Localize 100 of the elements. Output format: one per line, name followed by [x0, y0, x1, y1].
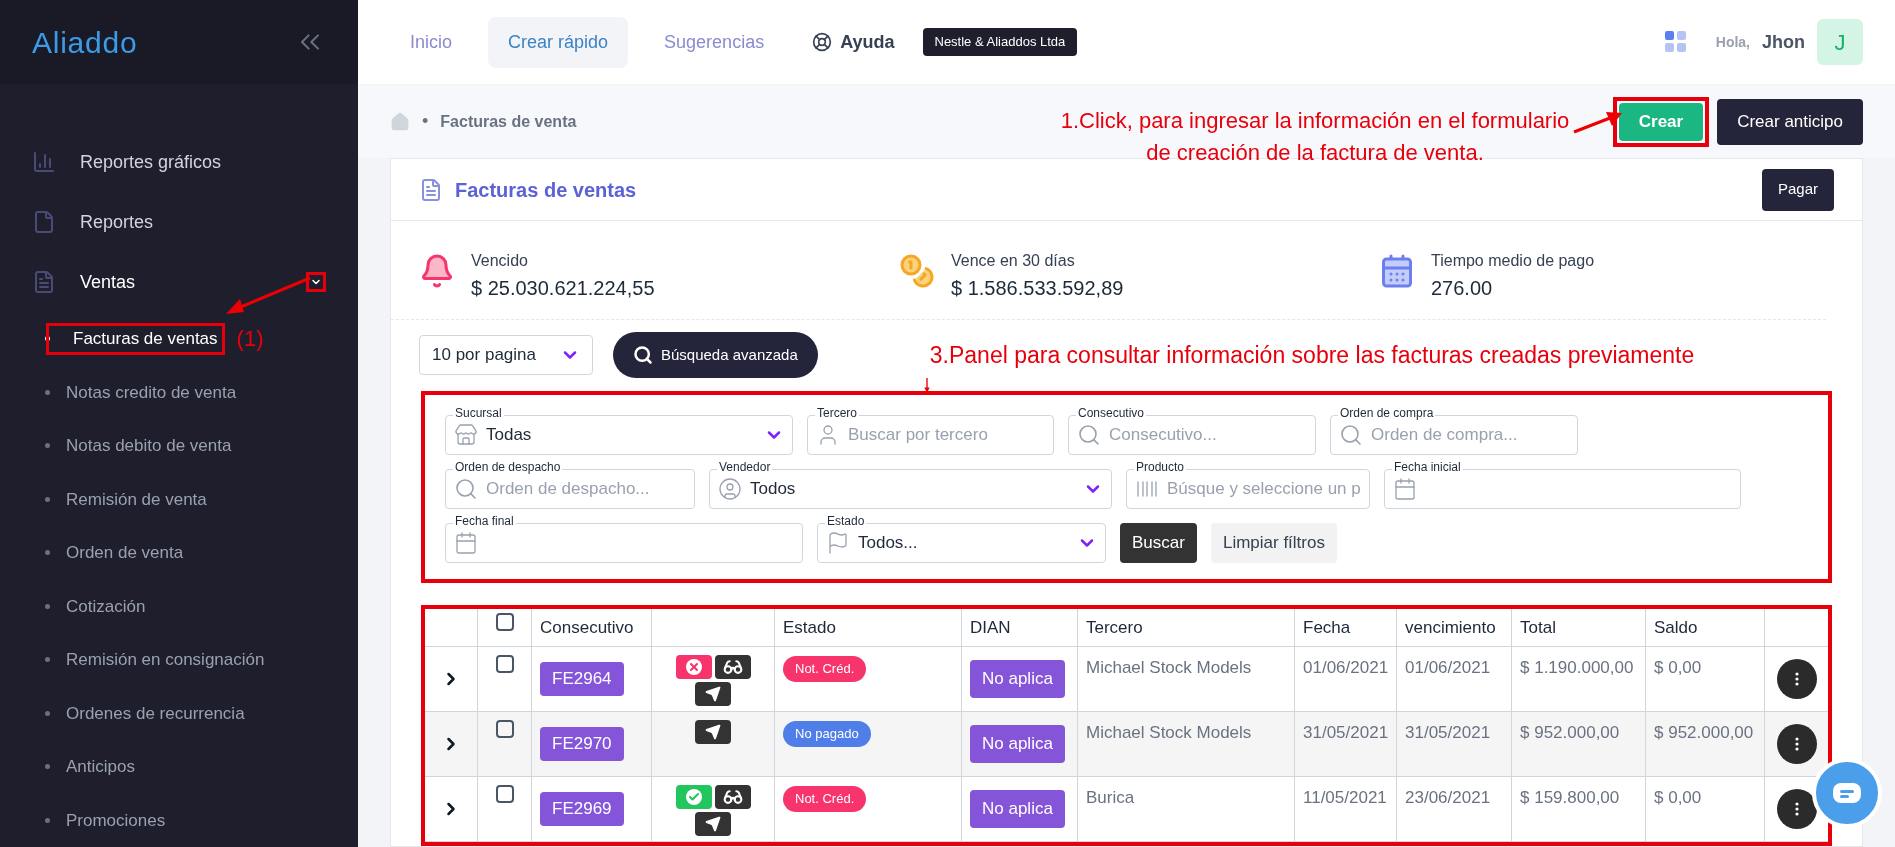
logo[interactable]: Aliaddo	[32, 19, 138, 65]
field-label: Fecha final	[453, 514, 516, 528]
more-icon	[1794, 672, 1799, 686]
sidebar-item[interactable]: Reportes	[0, 192, 358, 252]
stat-value: 276.00	[1431, 276, 1494, 301]
table-cell: 11/05/2021	[1303, 788, 1387, 807]
checkbox[interactable]	[495, 613, 514, 631]
sidebar-subitem[interactable]: Orden de venta	[62, 540, 188, 566]
invoice-number[interactable]: FE2964	[540, 662, 624, 696]
sidebar-subitem[interactable]: Remisión en consignación	[62, 647, 269, 673]
send-icon[interactable]	[695, 812, 731, 836]
field-placeholder: Orden de despacho...	[486, 478, 651, 501]
dian-badge: No aplica	[970, 790, 1065, 828]
field-value: Todos	[750, 478, 797, 501]
lifebuoy-icon	[812, 32, 833, 52]
invoice-number[interactable]: FE2969	[540, 792, 624, 826]
sidebar-subitem[interactable]: Remisión de venta	[62, 486, 211, 512]
table-cell: $ 1.190.000,00	[1520, 658, 1634, 677]
more-icon	[1794, 737, 1799, 751]
store-icon	[454, 423, 478, 447]
chat-icon	[1832, 782, 1862, 804]
column-header: Saldo	[1654, 616, 1698, 639]
greeting: Hola,	[1715, 32, 1750, 52]
stat-value: $ 25.030.621.224,55	[471, 276, 655, 301]
column-header: Total	[1520, 616, 1556, 639]
bell-icon	[419, 253, 455, 289]
field-label: Orden de despacho	[453, 460, 563, 474]
checkbox[interactable]	[495, 655, 514, 673]
dian-badge: No aplica	[970, 660, 1065, 698]
chevron-down-icon[interactable]	[306, 272, 326, 292]
advanced-search-button[interactable]: Búsqueda avanzada	[613, 332, 818, 378]
send-icon[interactable]	[695, 720, 731, 744]
sidebar-subitem[interactable]: Ordenes de recurrencia	[62, 700, 249, 726]
status-pill: Not. Créd.	[783, 786, 867, 812]
column-header: Estado	[783, 616, 836, 639]
field-value: Todas	[486, 424, 533, 447]
sidebar-item[interactable]: Reportes gráficos	[0, 132, 358, 192]
table-cell: $ 0,00	[1654, 788, 1702, 807]
apps-icon[interactable]	[1663, 30, 1688, 54]
status-pill: No pagado	[783, 721, 871, 747]
more-button[interactable]	[1776, 659, 1817, 699]
per-page-select[interactable]: 10 por pagina	[419, 335, 593, 375]
search-icon	[633, 345, 653, 365]
checkbox[interactable]	[495, 720, 514, 738]
sidebar-item[interactable]: Ventas	[0, 252, 358, 312]
table-cell: 31/05/2021	[1303, 723, 1389, 742]
field-label: Producto	[1134, 460, 1187, 474]
calendar-icon	[454, 531, 478, 555]
more-button[interactable]	[1776, 789, 1817, 829]
sidebar-subitem[interactable]: Notas debito de venta	[62, 433, 236, 459]
invoice-number[interactable]: FE2970	[540, 727, 624, 761]
column-header: Fecha	[1303, 616, 1351, 639]
stat-label: Vence en 30 días	[951, 251, 1076, 271]
table-cell: 01/06/2021	[1405, 658, 1491, 677]
checkbox[interactable]	[495, 785, 514, 803]
create-advance-button[interactable]: Crear anticipo	[1717, 98, 1863, 145]
search-button[interactable]: Buscar	[1120, 523, 1197, 563]
check-icon[interactable]	[675, 785, 712, 809]
stat-value: $ 1.586.533.592,89	[951, 276, 1124, 301]
table-cell: Burica	[1086, 788, 1135, 807]
search-icon	[1077, 423, 1101, 447]
sidebar-subitem[interactable]: Cotización	[62, 593, 150, 619]
help-link[interactable]: Ayuda	[800, 28, 907, 56]
annotation-text: 3.Panel para consultar información sobre las facturas creadas previamente	[929, 340, 1695, 370]
sidebar-subitem[interactable]: Notas credito de venta	[62, 379, 241, 405]
clear-filters-button[interactable]: Limpiar fíltros	[1210, 523, 1337, 563]
status-pill: Not. Créd.	[783, 656, 867, 682]
sidebar-subitem[interactable]: Anticipos	[62, 754, 139, 780]
document-icon	[32, 210, 56, 234]
pay-button[interactable]: Pagar	[1761, 168, 1834, 211]
sidebar-subitem[interactable]: Promociones	[62, 807, 170, 833]
field-placeholder: Buscar por tercero	[848, 424, 989, 447]
cancel-icon[interactable]	[675, 655, 712, 679]
dian-badge: No aplica	[970, 725, 1065, 763]
field-label: Fecha inicial	[1392, 460, 1463, 474]
sidebar-subitem[interactable]: Facturas de ventas	[46, 323, 225, 355]
field-value: Todos...	[858, 532, 919, 555]
column-header: Tercero	[1086, 616, 1143, 639]
glasses-icon[interactable]	[714, 785, 751, 809]
search-icon	[454, 477, 478, 501]
more-icon	[1794, 802, 1799, 816]
page-title: Facturas de ventas	[455, 177, 637, 203]
table-cell: 01/06/2021	[1303, 658, 1389, 677]
nav-tab[interactable]: Crear rápido	[488, 16, 629, 68]
glasses-icon[interactable]	[714, 655, 751, 679]
column-header: vencimiento	[1405, 616, 1496, 639]
field-label: Estado	[825, 514, 867, 528]
field-label: Tercero	[815, 406, 859, 420]
field-placeholder: Orden de compra...	[1371, 424, 1519, 447]
search-icon	[1339, 423, 1363, 447]
more-button[interactable]	[1776, 724, 1817, 764]
table-cell: $ 952.000,00	[1520, 723, 1620, 742]
breadcrumb-current: Facturas de venta	[440, 111, 577, 132]
field-placeholder: Consecutivo...	[1109, 424, 1218, 447]
breadcrumb-separator: •	[422, 110, 429, 133]
send-icon[interactable]	[695, 682, 731, 706]
stat-label: Vencido	[471, 251, 529, 271]
flag-icon	[826, 531, 850, 555]
field-label: Vendedor	[717, 460, 773, 474]
document-icon	[419, 177, 443, 202]
